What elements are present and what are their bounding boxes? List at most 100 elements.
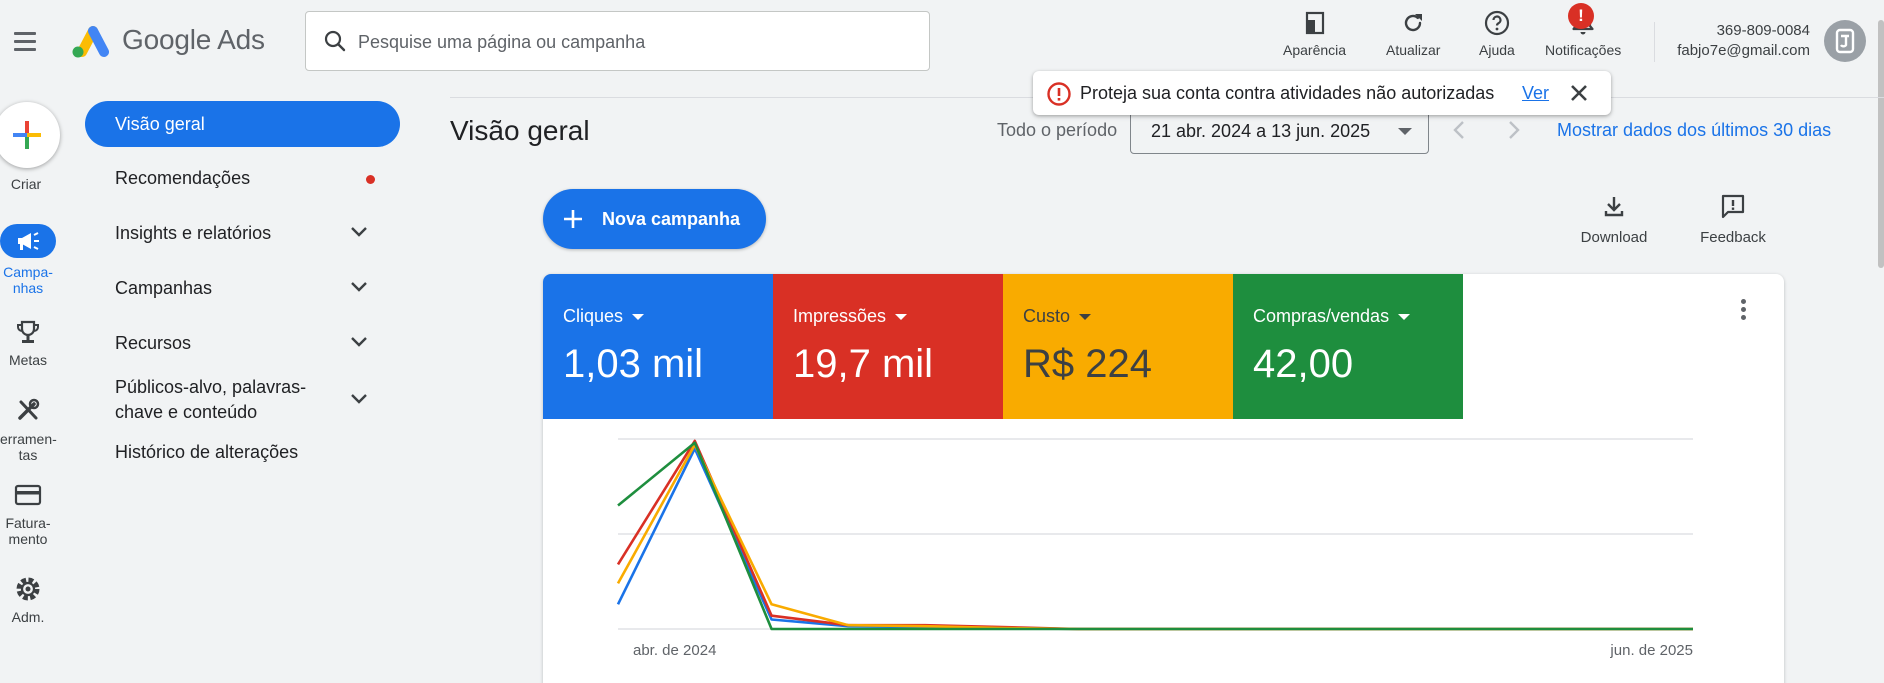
nav-item-overview[interactable]: Visão geral <box>85 101 400 147</box>
refresh-button[interactable]: Atualizar <box>1386 8 1440 64</box>
new-campaign-button[interactable]: Nova campanha <box>543 189 766 249</box>
google-ads-logo-icon <box>72 26 109 58</box>
metric-label[interactable]: Compras/vendas <box>1253 306 1411 327</box>
kebab-dot <box>1740 315 1746 320</box>
chevron-down-icon <box>351 337 367 347</box>
help-label: Ajuda <box>1479 42 1515 58</box>
nav-item-insights[interactable]: Insights e relatórios <box>85 210 400 256</box>
nav-item-label: Campanhas <box>115 277 213 298</box>
metric-cost[interactable]: Custo R$ 224 <box>1003 274 1233 419</box>
notification-badge: ! <box>1568 3 1594 29</box>
refresh-label: Atualizar <box>1386 42 1441 58</box>
chevron-down-icon <box>351 282 367 292</box>
nav-item-recommendations[interactable]: Recomendações <box>85 155 400 201</box>
metric-value: 1,03 mil <box>563 342 704 386</box>
rail-item-goals[interactable]: Metas <box>0 318 56 368</box>
metric-clicks[interactable]: Cliques 1,03 mil <box>543 274 773 419</box>
more-options-icon[interactable] <box>1733 296 1753 326</box>
metric-value: 42,00 <box>1253 342 1354 386</box>
tools-label-1: erramen- <box>0 431 57 447</box>
notifications-button[interactable]: Notificações ! <box>1545 3 1622 64</box>
chart-series-line <box>616 443 1693 631</box>
avatar[interactable] <box>1824 20 1866 62</box>
menu-line <box>14 32 36 35</box>
app-name: Google Ads <box>122 24 265 55</box>
nav-item-campaigns[interactable]: Campanhas <box>85 265 400 311</box>
goals-label: Metas <box>8 352 48 368</box>
metric-label-text: Cliques <box>563 306 624 326</box>
appearance-button[interactable]: Aparência <box>1283 8 1346 64</box>
help-icon <box>1484 10 1510 36</box>
metric-label[interactable]: Impressões <box>793 306 908 327</box>
security-alert: Proteja sua conta contra atividades não … <box>1033 71 1611 115</box>
account-email: fabjo7e@gmail.com <box>1677 42 1810 59</box>
header-divider <box>1654 22 1655 62</box>
billing-label-1: Fatura- <box>5 515 51 531</box>
notifications-label: Notificações <box>1545 42 1622 58</box>
chart-series-line <box>616 447 1693 631</box>
menu-line <box>14 48 36 51</box>
download-button[interactable]: Download <box>1574 193 1654 246</box>
metric-label-text: Compras/vendas <box>1253 306 1390 326</box>
alert-view-link[interactable]: Ver <box>1522 83 1549 104</box>
metric-conversions[interactable]: Compras/vendas 42,00 <box>1233 274 1463 419</box>
avatar-icon <box>1835 28 1855 54</box>
campaigns-label-2: nhas <box>12 280 44 296</box>
create-button[interactable] <box>0 102 60 168</box>
last-30-days-link[interactable]: Mostrar dados dos últimos 30 dias <box>1557 120 1831 141</box>
rail-item-billing[interactable]: Fatura- mento <box>0 482 56 547</box>
rail-item-campaigns[interactable]: Campa- nhas <box>0 224 56 296</box>
appearance-label: Aparência <box>1283 42 1347 58</box>
caret-down-icon <box>1398 128 1412 135</box>
feedback-icon <box>1721 194 1745 219</box>
metric-impressions[interactable]: Impressões 19,7 mil <box>773 274 1003 419</box>
audiences-label-2: chave e conteúdo <box>115 402 258 422</box>
rail-item-tools[interactable]: erramen- tas <box>0 396 57 463</box>
admin-label: Adm. <box>11 609 45 625</box>
close-icon[interactable] <box>1569 83 1589 103</box>
main-menu-button[interactable] <box>10 26 40 56</box>
performance-chart: abr. de 2024 jun. de 2025 <box>616 438 1693 659</box>
billing-label-2: mento <box>8 531 48 547</box>
metric-label-text: Custo <box>1023 306 1071 326</box>
plus-icon <box>564 210 582 228</box>
kebab-dot <box>1740 299 1746 304</box>
download-icon <box>1604 197 1624 217</box>
google-ads-logo[interactable]: Google Ads <box>68 20 265 60</box>
download-label: Download <box>1580 229 1648 246</box>
chevron-right-icon[interactable] <box>1500 117 1526 143</box>
metric-label[interactable]: Custo <box>1023 306 1092 327</box>
rail-item-admin[interactable]: Adm. <box>0 574 56 625</box>
account-info[interactable]: 369-809-0084 fabjo7e@gmail.com <box>1677 21 1810 61</box>
recommendations-dot <box>366 175 375 184</box>
period-label: Todo o período <box>997 120 1118 140</box>
search-icon <box>324 30 346 52</box>
dropdown-icon <box>1398 313 1411 320</box>
feedback-button[interactable]: Feedback <box>1693 193 1773 246</box>
menu-line <box>14 40 36 43</box>
search-input[interactable] <box>358 28 898 56</box>
chevron-left-icon[interactable] <box>1447 117 1473 143</box>
nav-item-label: Histórico de alterações <box>115 441 299 462</box>
audiences-label-1: Públicos-alvo, palavras- <box>115 377 307 397</box>
nav-item-label: Visão geral <box>115 113 205 134</box>
chevron-down-icon <box>351 227 367 237</box>
nav-item-change-history[interactable]: Histórico de alterações <box>85 429 400 475</box>
feedback-label: Feedback <box>1700 229 1766 246</box>
page-title: Visão geral <box>450 115 590 146</box>
campaigns-pill <box>0 224 56 258</box>
campaigns-icon <box>18 232 39 250</box>
metric-label[interactable]: Cliques <box>563 306 645 327</box>
nav-item-assets[interactable]: Recursos <box>85 320 400 366</box>
performance-card: Cliques 1,03 mil Impressões 19,7 mil Cus… <box>543 274 1784 683</box>
create-label: Criar <box>10 176 42 192</box>
page-scrollbar[interactable] <box>1878 20 1884 268</box>
nav-item-audiences[interactable]: Públicos-alvo, palavras- chave e conteúd… <box>85 372 400 428</box>
metric-value: 19,7 mil <box>793 342 934 386</box>
search-box[interactable] <box>305 11 930 71</box>
new-campaign-label: Nova campanha <box>602 208 741 229</box>
nav-item-label: Recursos <box>115 332 192 353</box>
plus-icon <box>13 121 41 149</box>
help-button[interactable]: Ajuda <box>1479 8 1515 64</box>
tools-label-2: tas <box>18 447 38 463</box>
